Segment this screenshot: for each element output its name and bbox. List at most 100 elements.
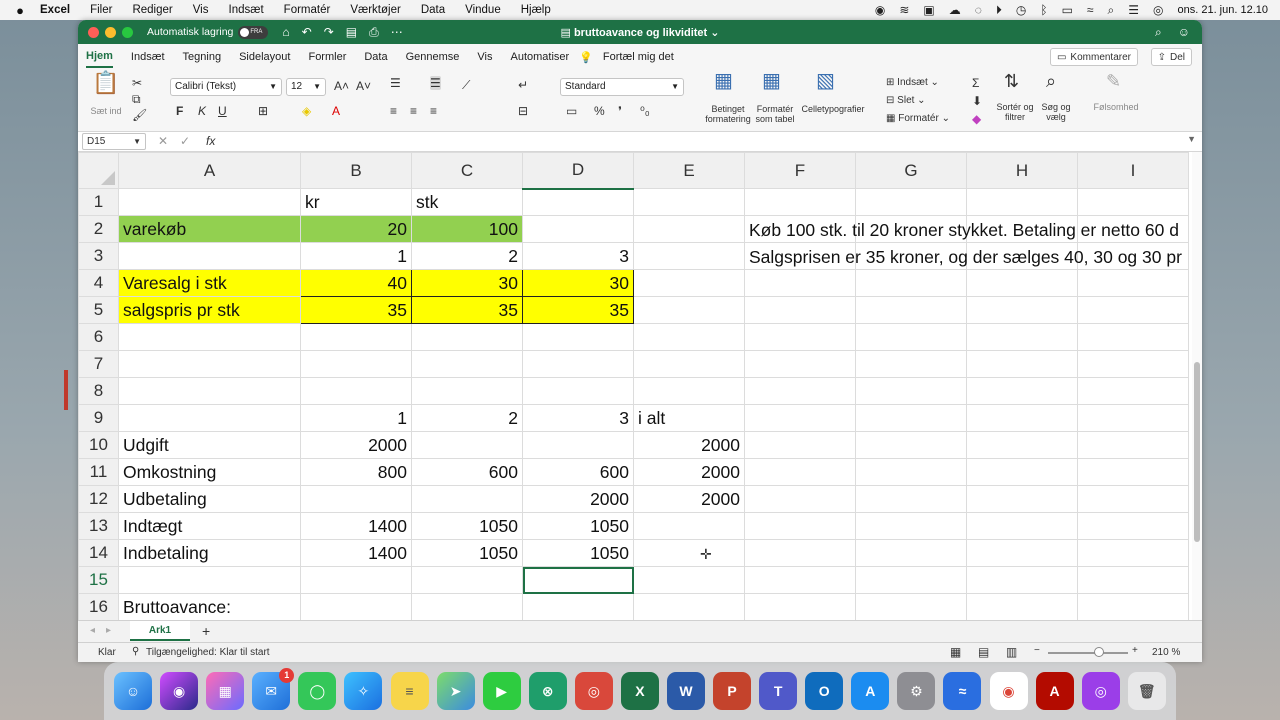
decrease-font-icon[interactable]: A˅ xyxy=(356,79,371,93)
cell-d10[interactable] xyxy=(522,431,634,459)
cell-c16[interactable] xyxy=(411,593,523,620)
cell[interactable] xyxy=(966,323,1078,351)
cell[interactable] xyxy=(966,512,1078,540)
cell[interactable] xyxy=(855,377,967,405)
cell-d8[interactable] xyxy=(522,377,634,405)
row-header[interactable]: 5 xyxy=(78,296,119,324)
cell-e11[interactable]: 2000 xyxy=(633,458,745,486)
page-layout-icon[interactable]: ▤ xyxy=(978,645,989,659)
row-header[interactable]: 2 xyxy=(78,215,119,243)
comma-icon[interactable]: ❜ xyxy=(618,104,622,118)
vertical-scrollbar[interactable] xyxy=(1192,152,1202,620)
cell-a10[interactable]: Udgift xyxy=(118,431,301,459)
cell-e7[interactable] xyxy=(633,350,745,378)
cell-e10[interactable]: 2000 xyxy=(633,431,745,459)
row-header[interactable]: 13 xyxy=(78,512,119,540)
cell-a15[interactable] xyxy=(118,566,301,594)
format-table-icon[interactable]: ▦ xyxy=(762,71,781,91)
cell[interactable] xyxy=(744,485,856,513)
messages-icon[interactable]: ◯ xyxy=(298,672,337,710)
cell-a9[interactable] xyxy=(118,404,301,432)
tab-vis[interactable]: Vis xyxy=(477,47,492,67)
cell[interactable] xyxy=(1077,539,1189,567)
cell-styles-icon[interactable]: ▧ xyxy=(816,71,835,91)
cell-e9[interactable]: i alt xyxy=(633,404,745,432)
minimize-icon[interactable] xyxy=(105,26,116,38)
cell-b9[interactable]: 1 xyxy=(300,404,412,432)
cell-a5[interactable]: salgspris pr stk xyxy=(118,296,301,324)
cell[interactable] xyxy=(966,377,1078,405)
cell-d14[interactable]: 1050 xyxy=(522,539,634,567)
play-icon[interactable]: ⏵ xyxy=(996,3,1002,18)
fill-color-icon[interactable]: ◈ xyxy=(302,104,311,118)
cell-c10[interactable] xyxy=(411,431,523,459)
row-header[interactable]: 1 xyxy=(78,188,119,216)
cell-e13[interactable] xyxy=(633,512,745,540)
sensitivity-icon[interactable]: ✎ xyxy=(1106,72,1121,90)
clear-icon[interactable]: ◆ xyxy=(972,112,981,126)
cell[interactable] xyxy=(855,350,967,378)
italic-button[interactable]: K xyxy=(198,104,206,118)
row-header[interactable]: 15 xyxy=(78,566,119,594)
tab-automatiser[interactable]: Automatiser xyxy=(511,47,570,67)
maps-icon[interactable]: ➤ xyxy=(436,672,475,710)
cell[interactable] xyxy=(855,269,967,297)
notes-icon[interactable]: ≡ xyxy=(390,672,429,710)
align-right-icon[interactable]: ≡ xyxy=(430,104,437,118)
cell-b2[interactable]: 20 xyxy=(300,215,412,243)
column-header-e[interactable]: E xyxy=(633,152,745,189)
cell-f3[interactable]: Salgsprisen er 35 kroner, og der sælges … xyxy=(744,242,1182,270)
cell-d12[interactable]: 2000 xyxy=(522,485,634,513)
cell[interactable] xyxy=(1077,296,1189,324)
siri-icon[interactable]: ◉ xyxy=(160,672,199,710)
row-header[interactable]: 11 xyxy=(78,458,119,486)
trash-icon[interactable]: 🗑 xyxy=(1127,672,1166,710)
conditional-format-icon[interactable]: ▦ xyxy=(714,71,733,91)
cell-c13[interactable]: 1050 xyxy=(411,512,523,540)
app-store-icon[interactable]: A xyxy=(851,672,890,710)
cell-c5[interactable]: 35 xyxy=(411,296,523,324)
cell-c9[interactable]: 2 xyxy=(411,404,523,432)
cell-b5[interactable]: 35 xyxy=(300,296,412,324)
tab-formler[interactable]: Formler xyxy=(308,47,346,67)
bold-button[interactable]: F xyxy=(176,104,183,118)
font-name-select[interactable]: Calibri (Tekst) ▼ xyxy=(170,78,282,96)
comments-button[interactable]: ▭ Kommentarer xyxy=(1049,48,1138,66)
cell[interactable] xyxy=(966,188,1078,216)
cell-d1[interactable] xyxy=(522,188,634,216)
cell-d11[interactable]: 600 xyxy=(522,458,634,486)
wave-icon[interactable]: ≋ xyxy=(899,3,909,17)
copy-icon[interactable]: ⧉ xyxy=(132,92,141,106)
cell[interactable] xyxy=(966,485,1078,513)
sensitivity-label[interactable]: Følsomhed xyxy=(1090,102,1142,112)
sheet-tab-ark1[interactable]: Ark1 xyxy=(130,621,190,641)
cell[interactable] xyxy=(1077,377,1189,405)
cut-icon[interactable]: ✂ xyxy=(132,76,142,90)
nordvpn-icon[interactable]: ◌ xyxy=(975,3,982,17)
select-all-button[interactable] xyxy=(78,152,119,189)
wrap-text-icon[interactable]: ↵ xyxy=(518,78,528,92)
cell[interactable] xyxy=(744,539,856,567)
merge-icon[interactable]: ⊟ xyxy=(518,104,528,118)
safari-icon[interactable]: ✧ xyxy=(344,672,383,710)
next-sheet-icon[interactable]: ▸ xyxy=(106,625,111,636)
paste-icon[interactable]: 📋 xyxy=(92,72,119,94)
facetime-icon[interactable]: ▶ xyxy=(482,672,521,710)
cell-b12[interactable] xyxy=(300,485,412,513)
column-header-i[interactable]: I xyxy=(1077,152,1189,189)
cell[interactable] xyxy=(1077,593,1189,620)
column-header-h[interactable]: H xyxy=(966,152,1078,189)
cell-e16[interactable] xyxy=(633,593,745,620)
align-bottom-icon[interactable]: ☰ xyxy=(430,76,441,90)
name-box[interactable]: D15 ▼ xyxy=(82,133,146,150)
cell-b4[interactable]: 40 xyxy=(300,269,412,297)
tell-me-search[interactable]: Fortæl mig det xyxy=(603,51,674,63)
cell[interactable] xyxy=(855,323,967,351)
chevron-down-icon[interactable]: ⌄ xyxy=(707,27,719,39)
wifi-icon[interactable]: ≈ xyxy=(1087,3,1094,17)
cell-c11[interactable]: 600 xyxy=(411,458,523,486)
cell[interactable] xyxy=(744,377,856,405)
cell[interactable] xyxy=(744,350,856,378)
menu-filer[interactable]: Filer xyxy=(90,4,112,16)
cell[interactable] xyxy=(744,269,856,297)
